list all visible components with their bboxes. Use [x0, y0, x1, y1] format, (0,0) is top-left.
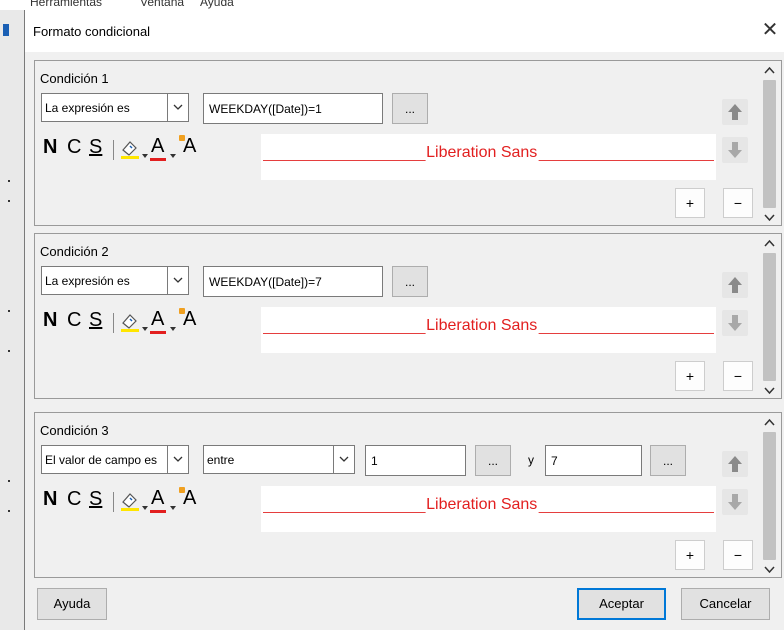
- condition-1-panel: Condición 1 La expresión es WEEKDAY([Dat…: [34, 60, 782, 226]
- add-condition-button[interactable]: +: [675, 188, 705, 218]
- preview-font-name: Liberation Sans: [425, 496, 539, 514]
- remove-condition-button[interactable]: −: [723, 540, 753, 570]
- condition-1-scrollbar[interactable]: [761, 62, 778, 224]
- character-highlight-icon[interactable]: A: [179, 487, 196, 508]
- and-label: y: [528, 453, 534, 467]
- character-highlight-icon[interactable]: A: [179, 308, 196, 329]
- move-down-arrow-icon[interactable]: [722, 137, 748, 163]
- highlight-color-icon[interactable]: [120, 138, 140, 163]
- browse-button[interactable]: ...: [392, 266, 428, 297]
- help-button[interactable]: Ayuda: [37, 588, 107, 620]
- font-color-dropdown-icon[interactable]: [170, 499, 176, 513]
- bold-button[interactable]: N: [43, 309, 57, 332]
- condition-2-panel: Condición 2 La expresión es WEEKDAY([Dat…: [34, 233, 782, 399]
- value2-input[interactable]: 7: [545, 445, 642, 476]
- condition-type-value: La expresión es: [45, 274, 130, 288]
- close-icon[interactable]: ✕: [759, 19, 781, 41]
- add-condition-button[interactable]: +: [675, 361, 705, 391]
- font-color-icon[interactable]: A: [150, 309, 166, 334]
- chevron-down-icon[interactable]: [167, 267, 188, 294]
- background-left-panel: [0, 10, 25, 630]
- highlight-color-icon[interactable]: [120, 490, 140, 515]
- chevron-down-icon[interactable]: [167, 94, 188, 121]
- highlight-dropdown-icon[interactable]: [142, 499, 148, 513]
- dialog-title: Formato condicional: [33, 24, 151, 39]
- chevron-down-icon[interactable]: [333, 446, 354, 473]
- highlight-dropdown-icon[interactable]: [142, 320, 148, 334]
- italic-button[interactable]: C: [67, 136, 81, 159]
- scroll-down-icon[interactable]: [764, 212, 775, 222]
- condition-label: Condición 2: [40, 244, 109, 259]
- scroll-up-icon[interactable]: [764, 239, 775, 249]
- scroll-thumb[interactable]: [763, 253, 776, 381]
- underline-button[interactable]: S: [89, 136, 102, 159]
- italic-button[interactable]: C: [67, 309, 81, 332]
- underline-button[interactable]: S: [89, 488, 102, 511]
- preview-font-name: Liberation Sans: [425, 317, 539, 335]
- chevron-down-icon[interactable]: [167, 446, 188, 473]
- font-color-icon[interactable]: A: [150, 136, 166, 161]
- highlight-dropdown-icon[interactable]: [142, 147, 148, 161]
- background-menubar: Herramientas Ventana Ayuda: [0, 0, 784, 10]
- background-arrow-icon: [3, 24, 9, 36]
- condition-type-select[interactable]: La expresión es: [41, 266, 189, 295]
- browse-button[interactable]: ...: [392, 93, 428, 124]
- scroll-up-icon[interactable]: [764, 66, 775, 76]
- preview-font-name: Liberation Sans: [425, 144, 539, 162]
- italic-button[interactable]: C: [67, 488, 81, 511]
- scroll-down-icon[interactable]: [764, 385, 775, 395]
- value2: 7: [551, 454, 558, 468]
- menu-herramientas: Herramientas: [30, 0, 103, 9]
- browse-button-1[interactable]: ...: [475, 445, 511, 476]
- format-preview: Liberation Sans: [261, 134, 716, 180]
- move-up-arrow-icon[interactable]: [722, 451, 748, 477]
- character-highlight-icon[interactable]: A: [179, 135, 196, 156]
- remove-condition-button[interactable]: −: [723, 361, 753, 391]
- browse-button-2[interactable]: ...: [650, 445, 686, 476]
- move-down-arrow-icon[interactable]: [722, 310, 748, 336]
- font-color-dropdown-icon[interactable]: [170, 320, 176, 334]
- operator-value: entre: [207, 453, 235, 467]
- menu-ventana: Ventana: [140, 0, 185, 9]
- expression-input[interactable]: WEEKDAY([Date])=1: [203, 93, 383, 124]
- value1: 1: [371, 454, 378, 468]
- operator-select[interactable]: entre: [203, 445, 355, 474]
- expression-value: WEEKDAY([Date])=7: [209, 275, 322, 289]
- scroll-down-icon[interactable]: [764, 564, 775, 574]
- format-preview: Liberation Sans: [261, 486, 716, 532]
- menu-ayuda: Ayuda: [200, 0, 234, 9]
- condition-label: Condición 1: [40, 71, 109, 86]
- expression-input[interactable]: WEEKDAY([Date])=7: [203, 266, 383, 297]
- underline-button[interactable]: S: [89, 309, 102, 332]
- condition-type-value: El valor de campo es: [45, 453, 158, 467]
- value1-input[interactable]: 1: [365, 445, 466, 476]
- scroll-thumb[interactable]: [763, 80, 776, 208]
- font-color-icon[interactable]: A: [150, 488, 166, 513]
- move-up-arrow-icon[interactable]: [722, 272, 748, 298]
- condition-3-scrollbar[interactable]: [761, 414, 778, 576]
- conditional-format-dialog: Formato condicional ✕ Condición 1 La exp…: [24, 10, 784, 630]
- condition-label: Condición 3: [40, 423, 109, 438]
- scroll-thumb[interactable]: [763, 432, 776, 560]
- move-down-arrow-icon[interactable]: [722, 489, 748, 515]
- font-color-dropdown-icon[interactable]: [170, 147, 176, 161]
- remove-condition-button[interactable]: −: [723, 188, 753, 218]
- condition-3-panel: Condición 3 El valor de campo es entre 1…: [34, 412, 782, 578]
- highlight-color-icon[interactable]: [120, 311, 140, 336]
- condition-2-scrollbar[interactable]: [761, 235, 778, 397]
- move-up-arrow-icon[interactable]: [722, 99, 748, 125]
- condition-type-value: La expresión es: [45, 101, 130, 115]
- condition-type-select[interactable]: El valor de campo es: [41, 445, 189, 474]
- add-condition-button[interactable]: +: [675, 540, 705, 570]
- bold-button[interactable]: N: [43, 488, 57, 511]
- expression-value: WEEKDAY([Date])=1: [209, 102, 322, 116]
- format-preview: Liberation Sans: [261, 307, 716, 353]
- condition-type-select[interactable]: La expresión es: [41, 93, 189, 122]
- scroll-up-icon[interactable]: [764, 418, 775, 428]
- cancel-button[interactable]: Cancelar: [681, 588, 770, 620]
- dialog-titlebar: Formato condicional ✕: [25, 10, 784, 52]
- bold-button[interactable]: N: [43, 136, 57, 159]
- ok-button[interactable]: Aceptar: [577, 588, 666, 620]
